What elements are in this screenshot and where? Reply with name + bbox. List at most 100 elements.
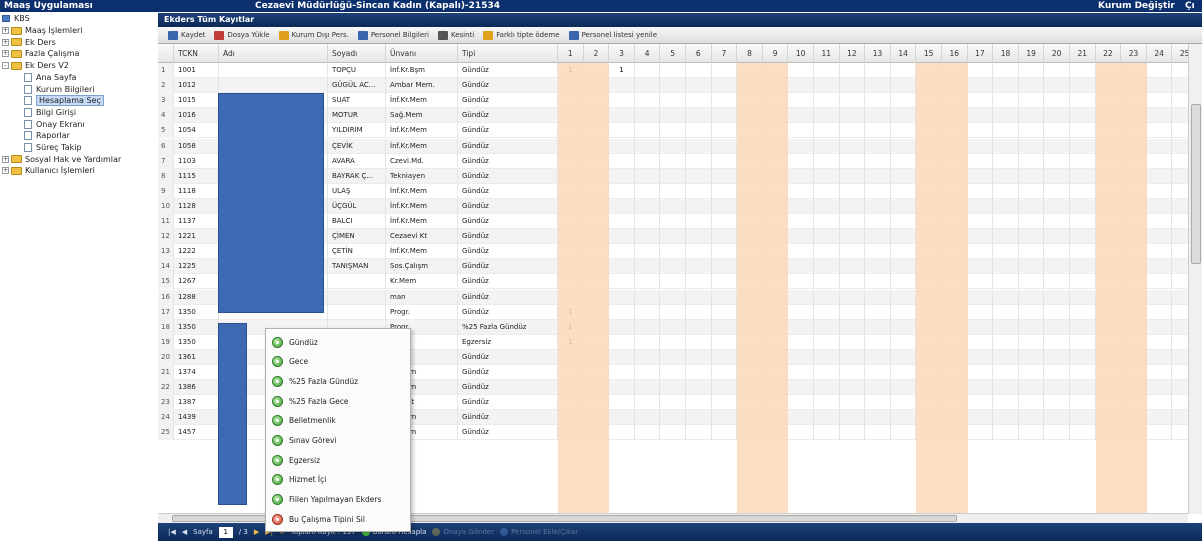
table-cell[interactable]: Gündüz	[458, 380, 558, 396]
day-cell[interactable]	[686, 349, 712, 365]
table-cell[interactable]: ÇİMEN	[328, 229, 386, 245]
day-cell[interactable]	[1070, 168, 1096, 184]
day-cell[interactable]	[788, 365, 814, 380]
day-cell[interactable]	[635, 319, 661, 335]
day-cell[interactable]	[1096, 289, 1122, 305]
day-cell[interactable]	[737, 63, 763, 78]
day-column-header[interactable]: 20	[1044, 44, 1070, 63]
day-cell[interactable]	[558, 183, 584, 199]
day-cell[interactable]	[1070, 349, 1096, 365]
day-cell[interactable]	[1096, 410, 1122, 426]
day-cell[interactable]	[840, 304, 866, 320]
day-cell[interactable]	[763, 108, 789, 124]
day-cell[interactable]	[584, 244, 610, 260]
table-cell[interactable]: Egzersiz	[458, 334, 558, 350]
day-cell[interactable]	[660, 425, 686, 441]
day-cell[interactable]	[788, 259, 814, 275]
day-cell[interactable]	[942, 78, 968, 94]
context-menu-item[interactable]: Gece	[266, 353, 412, 371]
day-cell[interactable]	[993, 63, 1019, 78]
day-cell[interactable]	[584, 63, 610, 78]
day-cell[interactable]	[1121, 123, 1147, 139]
context-menu-item[interactable]: Sınav Görevi	[266, 432, 412, 450]
day-cell[interactable]	[686, 425, 712, 441]
day-cell[interactable]	[1070, 153, 1096, 169]
day-cell[interactable]	[1019, 168, 1045, 184]
day-cell[interactable]	[737, 349, 763, 365]
day-cell[interactable]	[840, 410, 866, 426]
day-cell[interactable]	[763, 334, 789, 350]
day-cell[interactable]	[763, 168, 789, 184]
toolbar-button[interactable]: Personel listesi yenile	[568, 30, 657, 40]
day-cell[interactable]	[942, 380, 968, 396]
toolbar-button[interactable]: Kaydet	[168, 30, 205, 40]
day-cell[interactable]	[1044, 168, 1070, 184]
day-cell[interactable]	[916, 349, 942, 365]
day-cell[interactable]	[968, 319, 994, 335]
day-cell[interactable]	[763, 319, 789, 335]
table-row[interactable]: 2 1012 GÜGÜL AC... Ambar Mem. Gündüz	[158, 78, 1188, 94]
day-cell[interactable]	[865, 380, 891, 396]
day-cell[interactable]	[635, 183, 661, 199]
day-cell[interactable]	[916, 93, 942, 109]
day-cell[interactable]	[1044, 214, 1070, 229]
day-column-header[interactable]: 7	[712, 44, 738, 63]
day-cell[interactable]	[968, 425, 994, 441]
day-column-header[interactable]: 9	[763, 44, 789, 63]
day-cell[interactable]	[763, 183, 789, 199]
day-cell[interactable]	[814, 410, 840, 426]
day-cell[interactable]: 1	[558, 334, 584, 350]
vertical-scroll-thumb[interactable]	[1191, 104, 1201, 264]
day-cell[interactable]	[916, 410, 942, 426]
context-menu-item[interactable]: Fiilen Yapılmayan Ekders	[266, 491, 412, 509]
day-cell[interactable]	[1044, 93, 1070, 109]
day-cell[interactable]	[635, 304, 661, 320]
day-cell[interactable]	[660, 244, 686, 260]
day-cell[interactable]	[660, 349, 686, 365]
day-cell[interactable]	[1121, 274, 1147, 290]
day-cell[interactable]	[1070, 123, 1096, 139]
day-cell[interactable]	[916, 78, 942, 94]
day-cell[interactable]	[993, 123, 1019, 139]
day-cell[interactable]	[993, 198, 1019, 214]
day-cell[interactable]	[865, 425, 891, 441]
table-cell[interactable]: 1001	[174, 63, 219, 78]
day-cell[interactable]	[584, 274, 610, 290]
day-cell[interactable]	[609, 93, 635, 109]
day-cell[interactable]	[737, 365, 763, 380]
day-cell[interactable]	[660, 198, 686, 214]
day-cell[interactable]: 1	[558, 304, 584, 320]
day-cell[interactable]	[1019, 274, 1045, 290]
day-cell[interactable]	[635, 425, 661, 441]
day-cell[interactable]	[712, 168, 738, 184]
table-cell[interactable]: İnf.Kr.Mem	[386, 183, 458, 199]
day-cell[interactable]	[1019, 108, 1045, 124]
day-cell[interactable]	[1172, 305, 1188, 320]
day-cell[interactable]	[1121, 380, 1147, 396]
day-cell[interactable]	[891, 183, 917, 199]
day-column-header[interactable]: 2	[584, 44, 610, 63]
day-cell[interactable]	[584, 153, 610, 169]
day-cell[interactable]	[1044, 334, 1070, 350]
day-cell[interactable]	[1172, 290, 1188, 305]
day-cell[interactable]	[1172, 229, 1188, 244]
day-cell[interactable]	[737, 319, 763, 335]
day-cell[interactable]	[1147, 93, 1173, 109]
day-cell[interactable]	[1070, 108, 1096, 124]
sidebar-item[interactable]: + Maaş İşlemleri	[2, 25, 83, 36]
day-cell[interactable]	[660, 289, 686, 305]
day-cell[interactable]	[788, 93, 814, 109]
day-cell[interactable]	[891, 138, 917, 154]
day-cell[interactable]	[686, 183, 712, 199]
table-cell[interactable]: 1103	[174, 153, 219, 169]
day-cell[interactable]	[916, 214, 942, 229]
day-cell[interactable]	[1070, 365, 1096, 380]
day-cell[interactable]	[1147, 289, 1173, 305]
prev-page-icon[interactable]: ◀	[182, 528, 187, 536]
table-cell[interactable]: Gündüz	[458, 63, 558, 78]
day-cell[interactable]	[942, 93, 968, 109]
day-cell[interactable]	[1172, 108, 1188, 123]
day-cell[interactable]	[737, 425, 763, 441]
day-cell[interactable]: 1	[558, 319, 584, 335]
day-column-header[interactable]: 4	[635, 44, 661, 63]
